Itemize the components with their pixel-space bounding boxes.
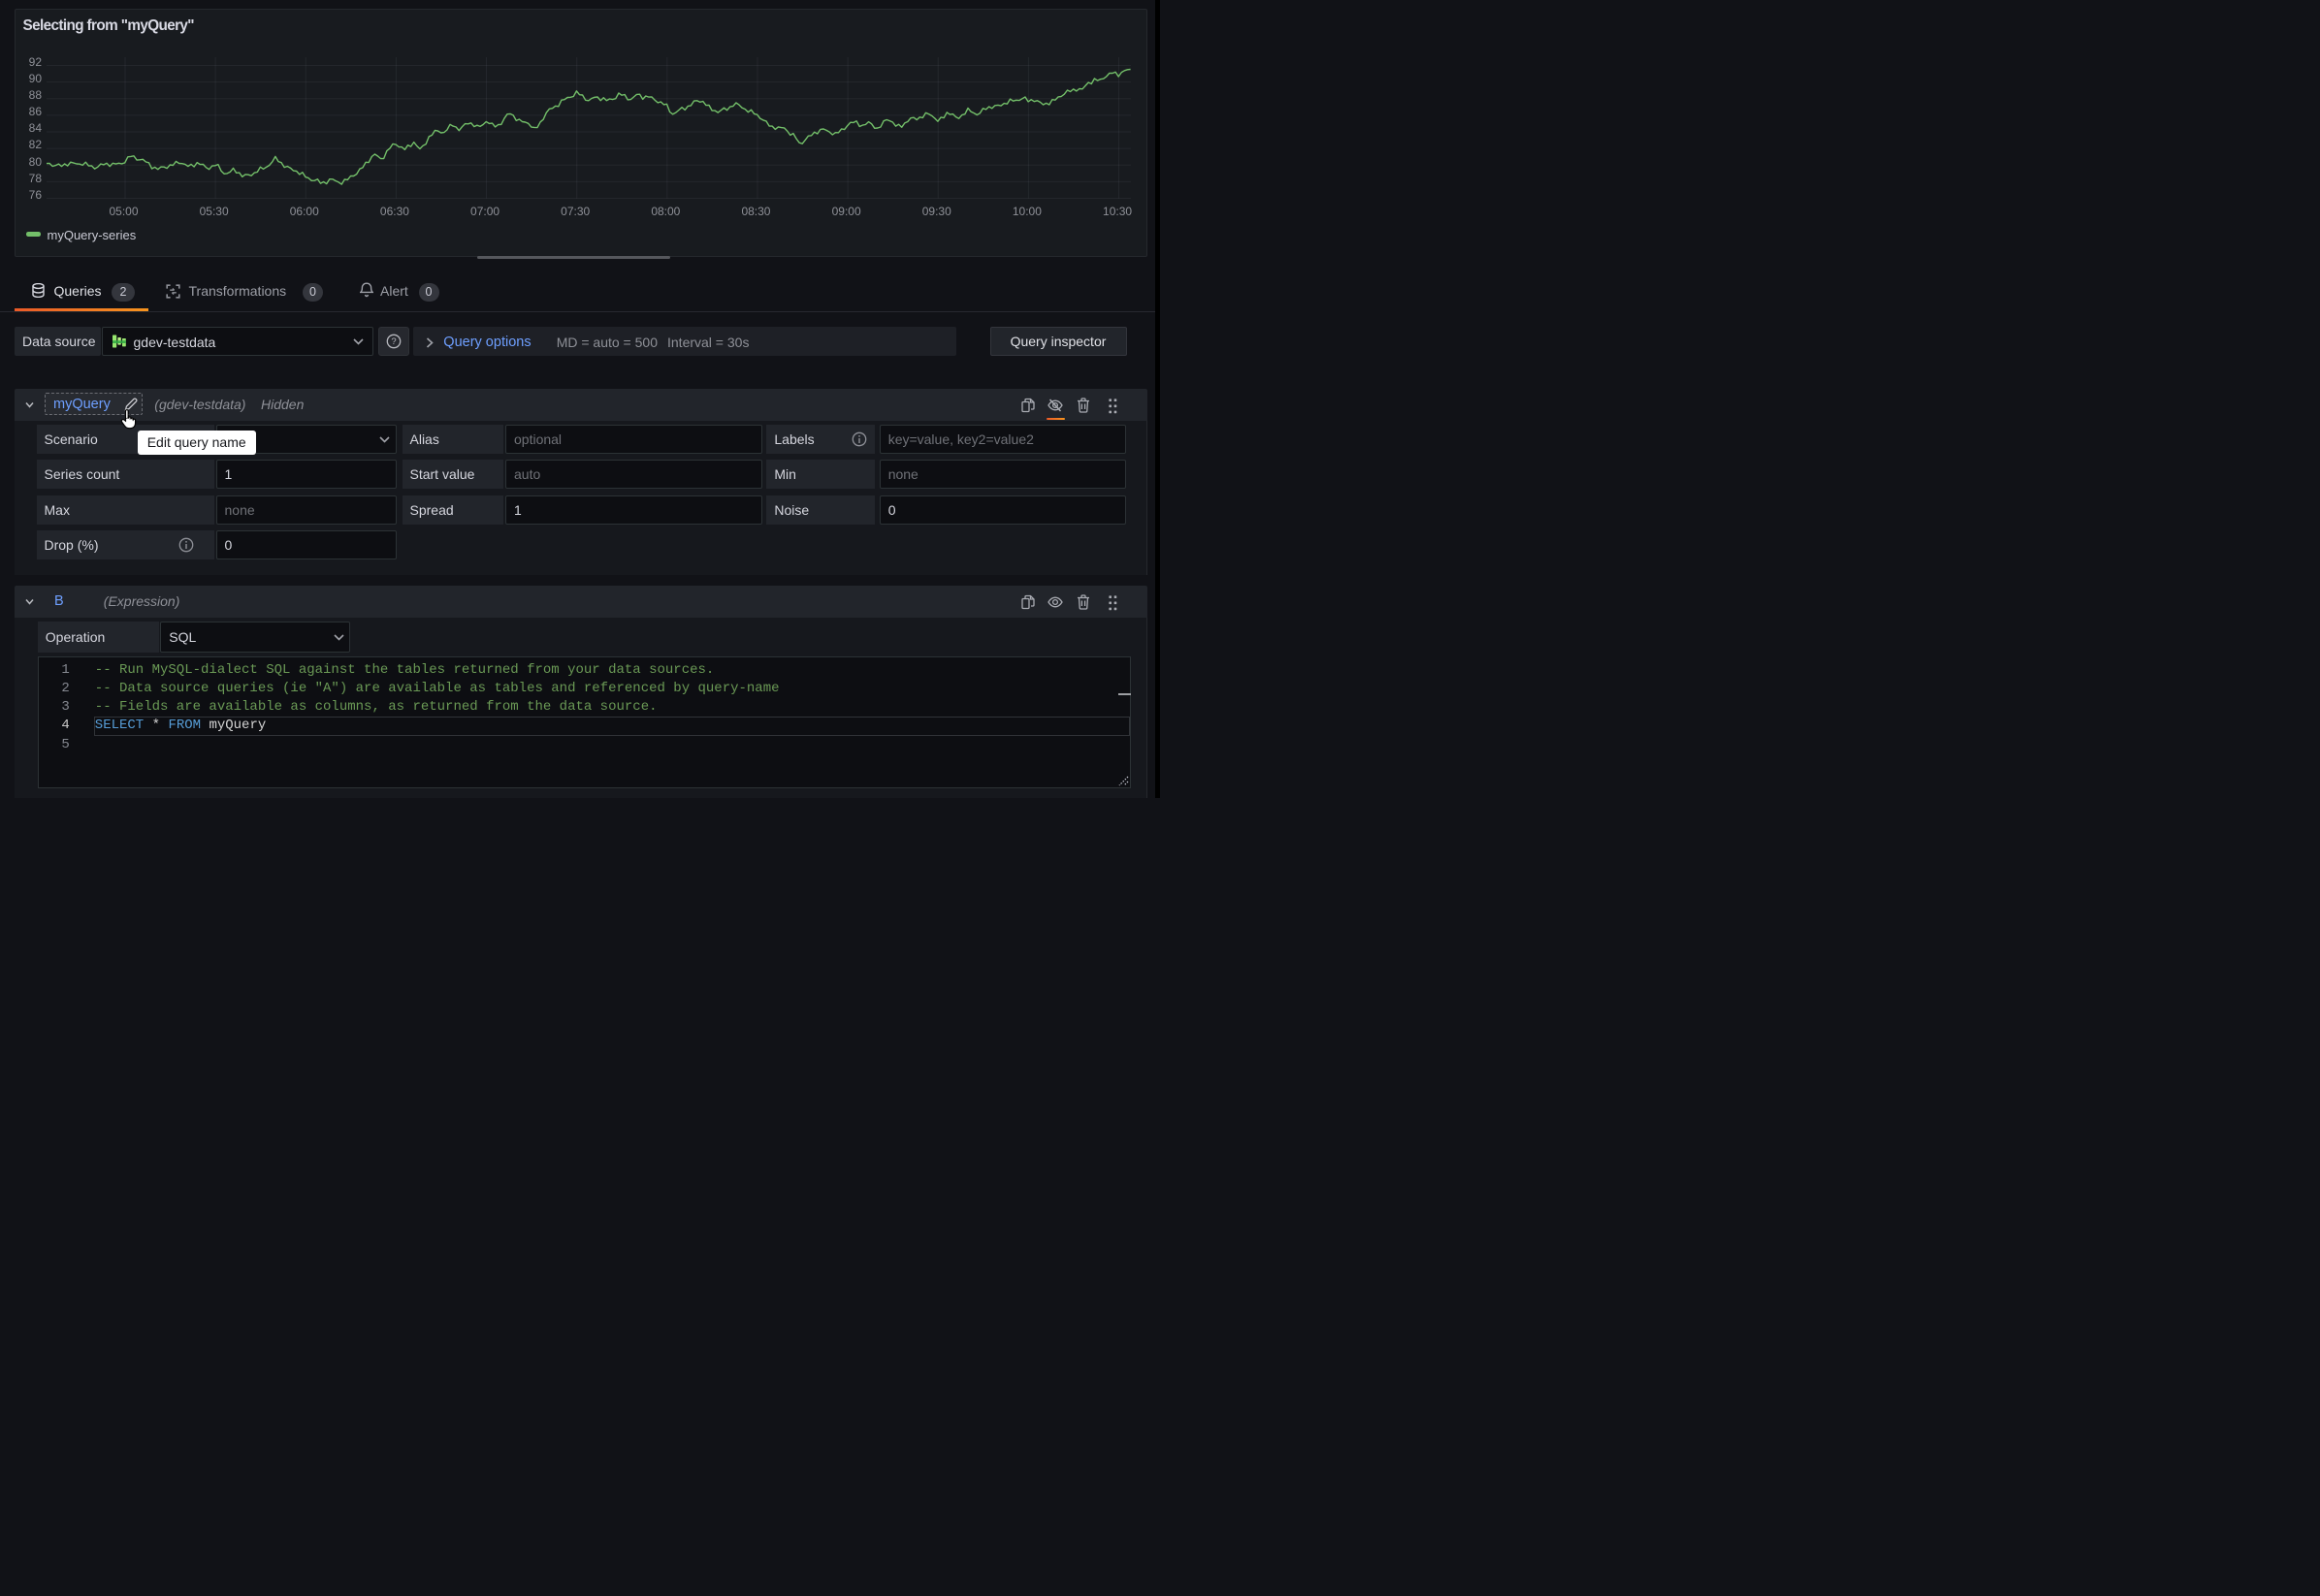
svg-text:?: ? (391, 336, 396, 347)
